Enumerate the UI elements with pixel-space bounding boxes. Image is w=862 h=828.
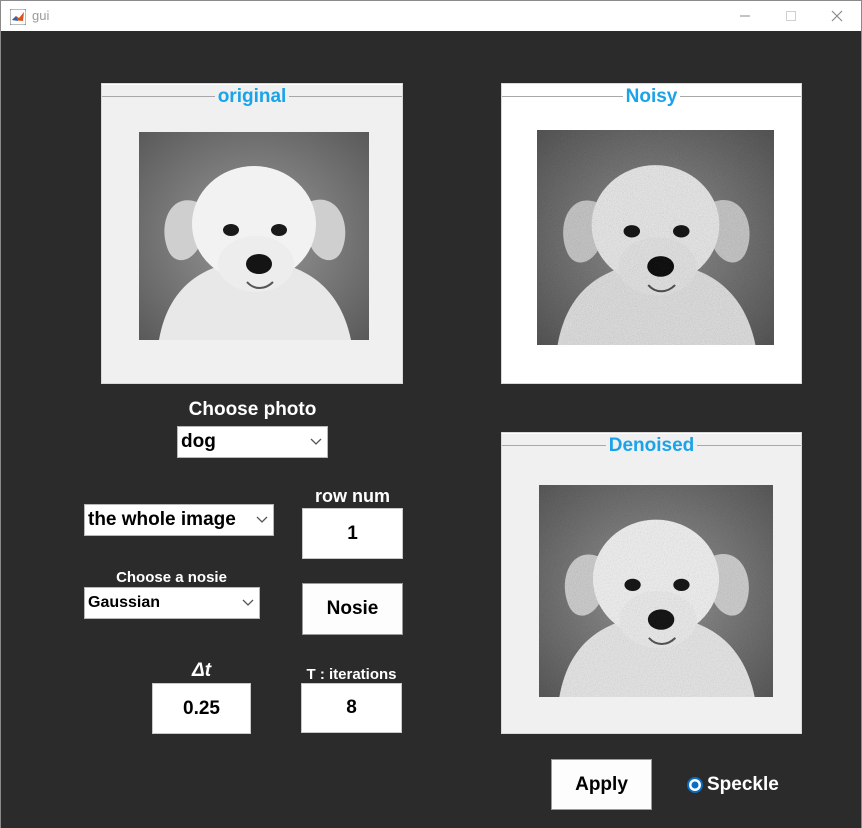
dt-label: Δt — [191, 660, 212, 681]
minimize-icon — [740, 15, 750, 17]
chevron-down-icon — [310, 438, 322, 445]
choose-photo-dropdown[interactable]: dog — [177, 426, 328, 458]
maximize-icon — [786, 11, 796, 21]
dt-input[interactable]: 0.25 — [152, 683, 251, 734]
region-value: the whole image — [88, 509, 236, 530]
row-num-label: row num — [315, 486, 390, 506]
maximize-button[interactable] — [768, 1, 814, 31]
denoised-image — [539, 485, 773, 697]
chevron-down-icon — [242, 599, 254, 606]
noisy-panel: Noisy — [501, 83, 802, 384]
original-panel-title: original — [214, 86, 290, 107]
row-num-input[interactable]: 1 — [302, 508, 403, 559]
original-panel: original — [101, 83, 403, 384]
speckle-radio[interactable]: Speckle — [687, 773, 779, 797]
radio-selected-icon — [687, 777, 703, 793]
minimize-button[interactable] — [722, 1, 768, 31]
choose-photo-label: Choose photo — [188, 399, 317, 420]
original-image — [139, 132, 369, 340]
noise-dropdown[interactable]: Gaussian — [84, 587, 260, 619]
region-dropdown[interactable]: the whole image — [84, 504, 274, 536]
noise-value: Gaussian — [88, 594, 161, 611]
add-noise-button[interactable]: Nosie — [302, 583, 403, 635]
apply-button[interactable]: Apply — [551, 759, 652, 810]
iterations-label: T : iterations — [306, 666, 397, 683]
matlab-icon — [10, 9, 26, 25]
choose-photo-value: dog — [181, 431, 216, 452]
denoised-panel-title: Denoised — [605, 435, 698, 456]
denoised-panel: Denoised — [501, 432, 802, 734]
title-bar: gui — [1, 1, 861, 31]
speckle-label: Speckle — [707, 774, 779, 795]
chevron-down-icon — [256, 516, 268, 523]
close-button[interactable] — [814, 1, 860, 31]
app-window: gui original Noisy Denoised Choose photo… — [0, 0, 862, 828]
figure-area: original Noisy Denoised Choose photo dog… — [1, 32, 861, 828]
iterations-input[interactable]: 8 — [301, 683, 402, 733]
noisy-panel-title: Noisy — [622, 86, 681, 107]
choose-noise-label: Choose a nosie — [116, 569, 227, 586]
noisy-image — [537, 130, 774, 345]
window-title: gui — [32, 8, 50, 23]
close-icon — [831, 10, 843, 22]
